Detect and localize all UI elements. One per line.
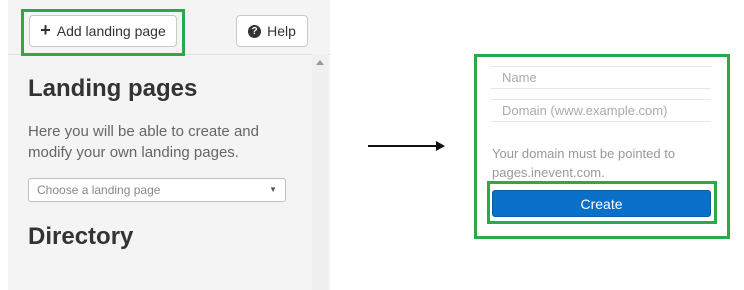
- name-placeholder: Name: [502, 70, 537, 85]
- vertical-scrollbar[interactable]: [312, 54, 328, 290]
- scroll-up-icon[interactable]: [316, 60, 324, 65]
- name-input[interactable]: Name: [491, 66, 711, 89]
- domain-placeholder: Domain (www.example.com): [502, 103, 668, 118]
- caret-down-icon: ▼: [269, 185, 277, 194]
- section-title-directory: Directory: [28, 223, 134, 250]
- page-description: Here you will be able to create and modi…: [28, 123, 259, 161]
- page-title: Landing pages: [28, 75, 198, 102]
- question-circle-icon: ?: [248, 24, 262, 38]
- highlight-add-button: [21, 9, 185, 56]
- select-placeholder: Choose a landing page: [37, 183, 161, 197]
- help-button[interactable]: ? Help: [236, 15, 308, 47]
- create-label: Create: [580, 195, 623, 212]
- create-button[interactable]: Create: [492, 190, 711, 217]
- domain-note: Your domain must be pointed to pages.ine…: [492, 146, 676, 180]
- domain-input[interactable]: Domain (www.example.com): [491, 99, 711, 122]
- arrow-head-icon: [436, 141, 445, 151]
- arrow-right-icon: [368, 145, 438, 147]
- landing-page-select[interactable]: Choose a landing page ▼: [28, 178, 286, 202]
- help-label: Help: [267, 23, 296, 39]
